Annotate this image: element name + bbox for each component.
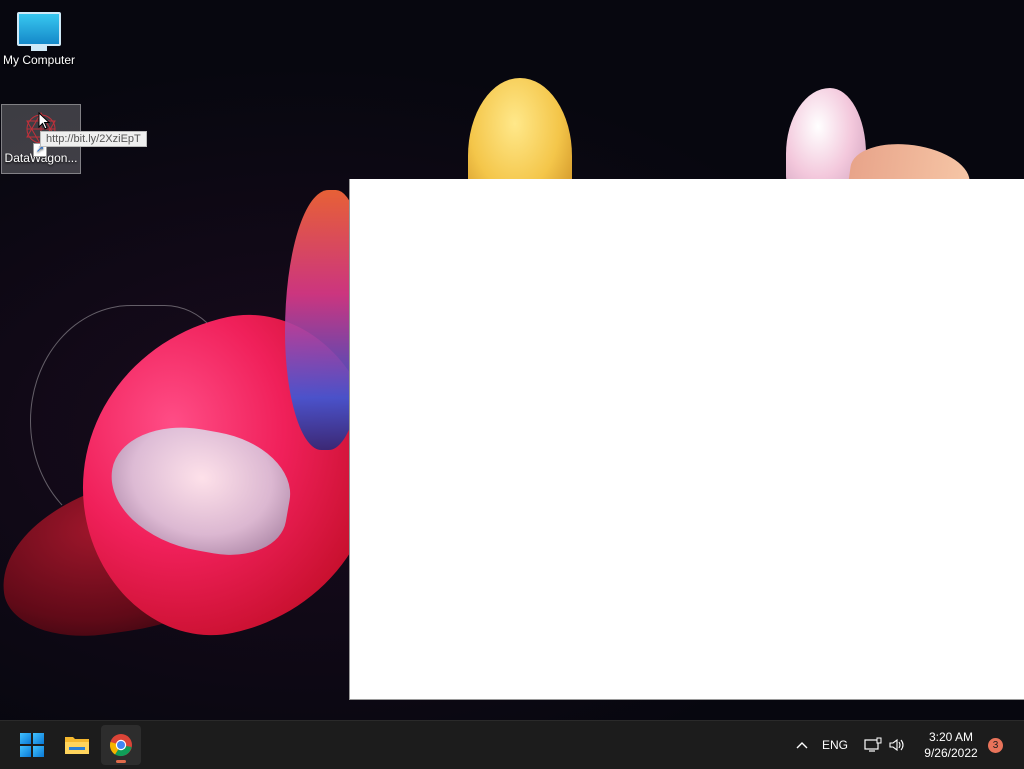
start-button[interactable] [12,725,52,765]
speaker-icon [889,738,904,752]
file-explorer-button[interactable] [57,725,97,765]
volume-button[interactable] [888,721,906,769]
chrome-icon [109,734,132,757]
network-button[interactable] [864,721,882,769]
clock-date: 9/26/2022 [924,746,978,760]
chrome-taskbar-button[interactable] [101,725,141,765]
desktop-icon-my-computer[interactable]: My Computer [0,8,78,78]
blank-app-window[interactable] [349,179,1024,700]
shortcut-tooltip: http://bit.ly/2XziEpT [40,131,147,147]
taskbar: ENG 3:20 AM 9/26/2022 3 [0,720,1024,769]
folder-icon [65,737,89,754]
chevron-up-icon [796,742,808,749]
clock-time: 3:20 AM [928,730,974,744]
language-indicator[interactable]: ENG [822,721,848,769]
active-app-indicator [116,760,126,763]
network-icon [864,737,882,752]
show-hidden-icons-button[interactable] [792,721,812,769]
computer-icon [0,12,78,51]
desktop-icon-label: My Computer [2,53,76,67]
windows-start-icon [20,733,44,757]
notification-badge[interactable]: 3 [988,738,1003,753]
clock[interactable]: 3:20 AM 9/26/2022 [916,721,986,769]
mouse-cursor-icon [38,111,51,135]
